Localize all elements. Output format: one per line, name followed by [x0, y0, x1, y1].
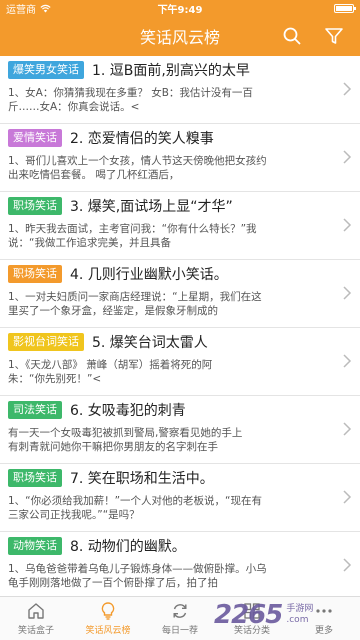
search-icon[interactable] — [280, 24, 304, 48]
chevron-right-icon — [343, 218, 352, 232]
home-icon — [28, 603, 44, 619]
list-item[interactable]: 职场笑话 4. 几则行业幽默小笑话。 1、一对夫妇质问一家商店经理说：“上星期，… — [0, 260, 360, 328]
chevron-right-icon — [343, 354, 352, 368]
top-nav-bar: 笑话风云榜 — [0, 16, 360, 56]
item-title: 8. 动物们的幽默。 — [70, 539, 186, 555]
chevron-right-icon — [343, 490, 352, 504]
category-tag: 职场笑话 — [8, 197, 62, 215]
status-time: 下午9:49 — [157, 4, 203, 16]
category-tag: 司法笑话 — [8, 401, 62, 419]
chevron-right-icon — [343, 422, 352, 436]
item-title: 2. 恋爱情侣的笑人糗事 — [70, 131, 214, 147]
tab-joke-box[interactable]: 笑话盒子 — [0, 597, 72, 640]
chevron-right-icon — [343, 558, 352, 572]
category-tag: 职场笑话 — [8, 265, 62, 283]
status-bar: 运营商 下午9:49 — [0, 0, 360, 16]
tab-label: 笑话风云榜 — [85, 626, 131, 636]
tab-categories[interactable]: 笑话分类 — [216, 597, 288, 640]
tab-more[interactable]: 更多 — [288, 597, 360, 640]
item-title: 6. 女吸毒犯的刺青 — [70, 403, 186, 419]
grid-icon — [244, 603, 260, 619]
item-title: 1. 逗B面前,别高兴的太早 — [92, 63, 250, 79]
tab-label: 笑话盒子 — [17, 626, 54, 636]
item-title: 4. 几则行业幽默小笑话。 — [70, 267, 228, 283]
refresh-icon — [173, 604, 187, 618]
category-tag: 影视台词笑话 — [8, 333, 84, 351]
page-title: 笑话风云榜 — [139, 28, 220, 47]
list-item[interactable]: 影视台词笑话 5. 爆笑台词太雷人 1、《天龙八部》 萧峰（胡军）摇着将死的阿 … — [0, 328, 360, 396]
joke-list: 爆笑男女笑话 1. 逗B面前,别高兴的太早 1、女A：你猜猜我现在多重？ 女B：… — [0, 56, 360, 596]
item-excerpt: 1、女A：你猜猜我现在多重？ 女B：我估计没有一百 斤……女A：你真会说话。< — [8, 87, 253, 113]
category-tag: 爱情笑话 — [8, 129, 62, 147]
item-excerpt: 1、哥们儿喜欢上一个女孩，情人节这天傍晚他把女孩约 出来吃情侣套餐。 喝了几杯红… — [8, 155, 267, 181]
tab-daily-pick[interactable]: 每日一荐 — [144, 597, 216, 640]
filter-icon[interactable] — [322, 24, 346, 48]
item-excerpt: 1、《天龙八部》 萧峰（胡军）摇着将死的阿 朱：“你先别死！”< — [8, 359, 213, 385]
item-excerpt: 有一天一个女吸毒犯被抓到警局,警察看见她的手上 有刺青就问她你干嘛把你男朋友的名… — [8, 427, 243, 453]
item-excerpt: 1、乌龟爸爸带着乌龟儿子锻炼身体——做俯卧撑。小乌 龟手刚刚落地做了一百个俯卧撑… — [8, 563, 267, 589]
category-tag: 职场笑话 — [8, 469, 62, 487]
item-excerpt: 1、昨天我去面试，主考官问我：“你有什么特长？”我 说：“我做工作追求完美，并且… — [8, 223, 257, 249]
tab-label: 每日一荐 — [161, 626, 198, 636]
battery-icon — [334, 3, 356, 13]
tab-label: 更多 — [314, 626, 333, 636]
item-excerpt: 1、“你必须给我加薪！”一个人对他的老板说，“现在有 三家公司正找我呢。”“是吗… — [8, 495, 262, 521]
tab-ranking[interactable]: 笑话风云榜 — [72, 597, 144, 640]
list-item[interactable]: 爱情笑话 2. 恋爱情侣的笑人糗事 1、哥们儿喜欢上一个女孩，情人节这天傍晚他把… — [0, 124, 360, 192]
list-item[interactable]: 职场笑话 3. 爆笑,面试场上显“才华” 1、昨天我去面试，主考官问我：“你有什… — [0, 192, 360, 260]
bottom-tab-bar: 笑话盒子 笑话风云榜 每日一荐 笑话分类 更多 — [0, 596, 360, 640]
more-icon — [316, 609, 332, 613]
chevron-right-icon — [343, 82, 352, 96]
list-item[interactable]: 动物笑话 8. 动物们的幽默。 1、乌龟爸爸带着乌龟儿子锻炼身体——做俯卧撑。小… — [0, 532, 360, 596]
category-tag: 爆笑男女笑话 — [8, 61, 84, 79]
item-title: 3. 爆笑,面试场上显“才华” — [70, 199, 233, 215]
tab-label: 笑话分类 — [233, 626, 270, 636]
category-tag: 动物笑话 — [8, 537, 62, 555]
list-item[interactable]: 职场笑话 7. 笑在职场和生活中。 1、“你必须给我加薪！”一个人对他的老板说，… — [0, 464, 360, 532]
item-title: 7. 笑在职场和生活中。 — [70, 471, 214, 487]
chevron-right-icon — [343, 150, 352, 164]
list-item[interactable]: 爆笑男女笑话 1. 逗B面前,别高兴的太早 1、女A：你猜猜我现在多重？ 女B：… — [0, 56, 360, 124]
chevron-right-icon — [343, 286, 352, 300]
item-title: 5. 爆笑台词太雷人 — [92, 335, 208, 351]
list-item[interactable]: 司法笑话 6. 女吸毒犯的刺青 有一天一个女吸毒犯被抓到警局,警察看见她的手上 … — [0, 396, 360, 464]
item-excerpt: 1、一对夫妇质问一家商店经理说：“上星期，我们在这 里买了一个象牙盒，经鉴定，是… — [8, 291, 262, 317]
lightbulb-icon — [101, 602, 115, 620]
